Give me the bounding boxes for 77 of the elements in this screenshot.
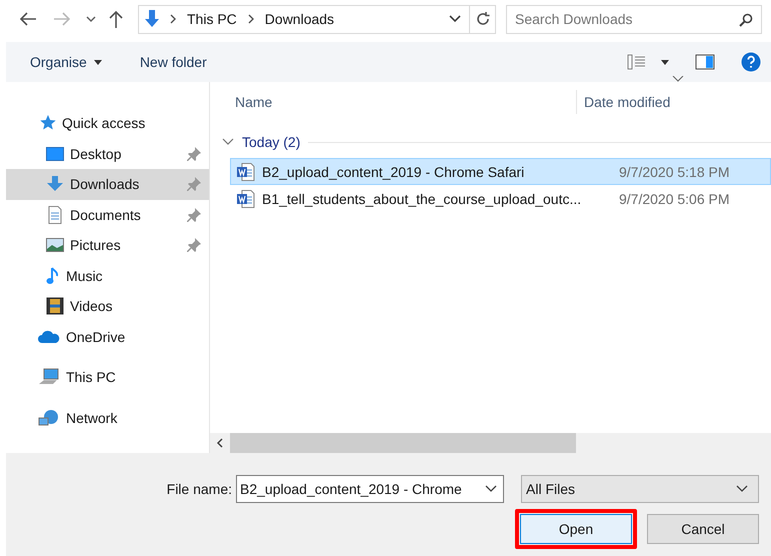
breadcrumb-item[interactable]: Downloads xyxy=(264,11,334,27)
sidebar-label: Documents xyxy=(70,206,142,223)
file-name-label: File name: xyxy=(166,481,232,497)
sidebar-item[interactable]: This PC xyxy=(6,362,209,392)
scroll-left-icon[interactable] xyxy=(216,438,224,448)
word-document-icon xyxy=(237,190,255,208)
column-header[interactable]: Name xyxy=(210,90,577,114)
chevron-right-icon[interactable] xyxy=(246,14,255,24)
scrollbar-thumb[interactable] xyxy=(230,433,576,453)
view-list-icon[interactable] xyxy=(627,54,647,70)
pin-icon[interactable] xyxy=(187,208,201,222)
chevron-down-icon[interactable] xyxy=(86,15,96,23)
refresh-icon xyxy=(474,11,490,27)
sidebar-label: Quick access xyxy=(62,115,146,132)
download-arrow-icon xyxy=(46,176,64,192)
sidebar-item[interactable]: Music xyxy=(6,260,209,291)
music-note-icon xyxy=(46,266,60,285)
organise-menu-button[interactable]: Organise xyxy=(28,50,104,74)
sidebar-label: Downloads xyxy=(70,176,140,192)
sort-chevron-icon xyxy=(672,76,684,82)
date-modified: 9/7/2020 5:18 PM xyxy=(619,164,730,180)
caret-icon xyxy=(94,60,102,64)
chevron-down-icon[interactable] xyxy=(485,485,497,493)
file-name: B1_tell_students_about_the_course_upload_outc... xyxy=(262,190,582,206)
dialog-button[interactable]: Open xyxy=(520,514,632,544)
file-name: B2_upload_content_2019 - Chrome Safari xyxy=(262,164,526,180)
sidebar-item[interactable]: Network xyxy=(6,402,209,433)
sidebar-label: Videos xyxy=(70,298,114,314)
chevron-right-icon[interactable] xyxy=(169,14,177,24)
date-modified: 9/7/2020 5:06 PM xyxy=(619,190,730,206)
sidebar-item[interactable]: OneDrive xyxy=(6,322,209,352)
download-arrow-icon xyxy=(145,10,159,28)
file-row[interactable]: B1_tell_students_about_the_course_upload_outc... 9/7/2020 5:06 PM xyxy=(230,185,771,212)
sidebar-label: This PC xyxy=(66,369,116,386)
cloud-icon xyxy=(38,330,60,344)
new-folder-button[interactable]: New folder xyxy=(138,50,209,74)
sidebar-item[interactable]: Pictures xyxy=(6,230,209,260)
group-header[interactable]: Today (2) xyxy=(242,134,300,150)
sidebar-item[interactable]: Quick access xyxy=(6,108,209,138)
document-icon xyxy=(46,206,64,224)
sidebar-item[interactable]: Documents xyxy=(6,200,209,230)
column-header[interactable]: Date modified xyxy=(577,90,670,114)
star-icon xyxy=(38,115,56,132)
refresh-button[interactable] xyxy=(470,4,496,34)
file-name-field[interactable]: B2_upload_content_2019 - Chrome xyxy=(236,475,504,503)
pin-icon[interactable] xyxy=(187,146,201,161)
horizontal-scrollbar[interactable] xyxy=(210,433,771,453)
chevron-down-icon[interactable] xyxy=(449,15,461,23)
dialog-button[interactable]: Cancel xyxy=(647,514,759,544)
help-icon[interactable] xyxy=(741,52,761,72)
chevron-down-icon[interactable] xyxy=(222,138,234,146)
network-icon xyxy=(38,408,60,427)
landscape-picture-icon xyxy=(46,238,64,252)
sidebar-label: Desktop xyxy=(70,146,122,162)
sidebar-item[interactable]: Downloads xyxy=(6,169,209,200)
monitor-icon xyxy=(46,146,64,161)
word-document-icon xyxy=(237,162,255,180)
sidebar-item[interactable]: Videos xyxy=(6,291,209,322)
search-icon xyxy=(739,12,753,26)
preview-pane-icon[interactable] xyxy=(695,54,715,70)
sidebar-item[interactable]: Desktop xyxy=(6,138,209,169)
file-row[interactable]: B2_upload_content_2019 - Chrome Safari 9/7/2020 5:18 PM xyxy=(230,158,771,185)
address-bar[interactable]: This PC Downloads xyxy=(138,4,470,34)
up-arrow-icon[interactable] xyxy=(108,9,124,29)
breadcrumb-item[interactable]: This PC xyxy=(187,11,237,27)
sidebar-label: Pictures xyxy=(70,237,122,254)
back-arrow-icon[interactable] xyxy=(18,11,38,27)
computer-icon xyxy=(38,368,60,386)
film-strip-icon xyxy=(46,297,64,316)
file-type-dropdown[interactable]: All Files xyxy=(521,475,759,503)
sidebar-label: Network xyxy=(66,410,118,426)
search-field[interactable]: Search Downloads xyxy=(506,4,762,34)
caret-icon[interactable] xyxy=(661,60,669,64)
pin-icon[interactable] xyxy=(187,238,201,252)
chevron-down-icon xyxy=(736,485,748,493)
sidebar-label: OneDrive xyxy=(66,328,126,345)
sidebar-label: Music xyxy=(66,268,104,284)
